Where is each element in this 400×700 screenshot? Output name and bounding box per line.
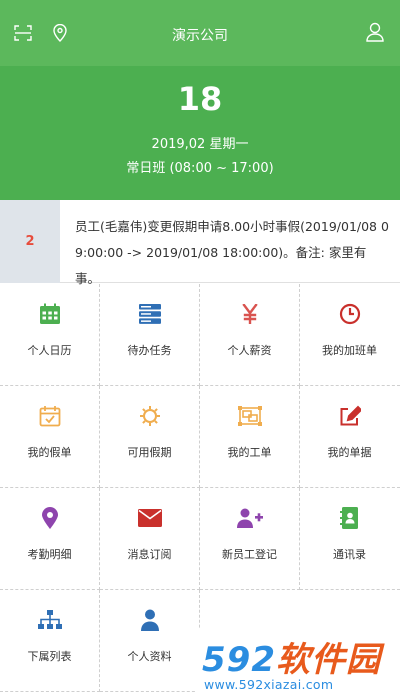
notification-count: 2	[0, 200, 60, 283]
menu-item-label: 下属列表	[27, 650, 72, 663]
notification-banner[interactable]: 2 员工(毛嘉伟)变更假期申请8.00小时事假(2019/01/08 09:00…	[0, 200, 400, 286]
object-group-icon	[237, 406, 262, 430]
menu-item-label: 个人资料	[127, 650, 172, 663]
menu-item-label: 可用假期	[127, 446, 172, 459]
gear-icon	[139, 405, 161, 431]
header: 演示公司 18 2019,02 星期一 常日班 (08:00 ~ 17:00)	[0, 0, 400, 200]
menu-item-my-overtime[interactable]: 我的加班单	[300, 284, 400, 386]
user-icon	[140, 609, 159, 635]
user-profile-icon[interactable]	[366, 22, 384, 46]
watermark-text: 软件园	[275, 640, 381, 680]
menu-item-my-documents[interactable]: 我的单据	[300, 386, 400, 488]
menu-item-label: 消息订阅	[127, 548, 172, 561]
menu-item-my-work-order[interactable]: 我的工单	[200, 386, 300, 488]
date-day: 18	[177, 80, 223, 118]
menu-item-label: 我的工单	[227, 446, 272, 459]
date-weekday: 2019,02 星期一	[151, 137, 249, 152]
menu-item-my-leave[interactable]: 我的假单	[0, 386, 100, 488]
edit-icon	[339, 405, 362, 431]
yen-icon	[241, 303, 258, 328]
shift-info: 常日班 (08:00 ~ 17:00)	[126, 161, 274, 176]
top-bar: 演示公司	[0, 0, 400, 66]
menu-item-available-leave[interactable]: 可用假期	[100, 386, 200, 488]
notification-message: 员工(毛嘉伟)变更假期申请8.00小时事假(2019/01/08 09:00:0…	[75, 219, 389, 286]
calendar-check-icon	[39, 405, 61, 431]
menu-item-personal-salary[interactable]: 个人薪资	[200, 284, 300, 386]
menu-item-todo-tasks[interactable]: 待办任务	[100, 284, 200, 386]
menu-item-personal-profile[interactable]: 个人资料	[100, 590, 200, 692]
menu-item-label: 个人薪资	[227, 344, 272, 357]
envelope-icon	[137, 509, 162, 531]
app-title: 演示公司	[172, 28, 228, 44]
menu-item-subordinate-list[interactable]: 下属列表	[0, 590, 100, 692]
menu-item-label: 个人日历	[27, 344, 72, 357]
watermark-logo: 592软件园 www.592xiazai.com	[196, 628, 400, 700]
clock-icon	[339, 303, 361, 329]
menu-item-contacts[interactable]: 通讯录	[300, 488, 400, 590]
menu-item-new-employee-registration[interactable]: 新员工登记	[200, 488, 300, 590]
address-book-icon	[339, 507, 360, 533]
menu-item-label: 我的假单	[27, 446, 72, 459]
menu-item-message-subscription[interactable]: 消息订阅	[100, 488, 200, 590]
sitemap-icon	[37, 610, 62, 634]
watermark-number: 592	[202, 640, 276, 680]
menu-item-label: 通讯录	[333, 548, 366, 561]
menu-item-label: 我的加班单	[322, 344, 377, 357]
menu-item-personal-calendar[interactable]: 个人日历	[0, 284, 100, 386]
calendar-icon	[39, 303, 61, 329]
map-marker-icon	[41, 507, 58, 533]
menu-item-attendance-details[interactable]: 考勤明细	[0, 488, 100, 590]
menu-item-label: 我的单据	[327, 446, 372, 459]
watermark-url: www.592xiazai.com	[204, 677, 334, 692]
menu-item-label: 待办任务	[127, 344, 172, 357]
menu-item-label: 考勤明细	[27, 548, 72, 561]
user-plus-icon	[236, 508, 263, 532]
menu-item-label: 新员工登记	[222, 548, 277, 561]
server-icon	[138, 304, 161, 328]
